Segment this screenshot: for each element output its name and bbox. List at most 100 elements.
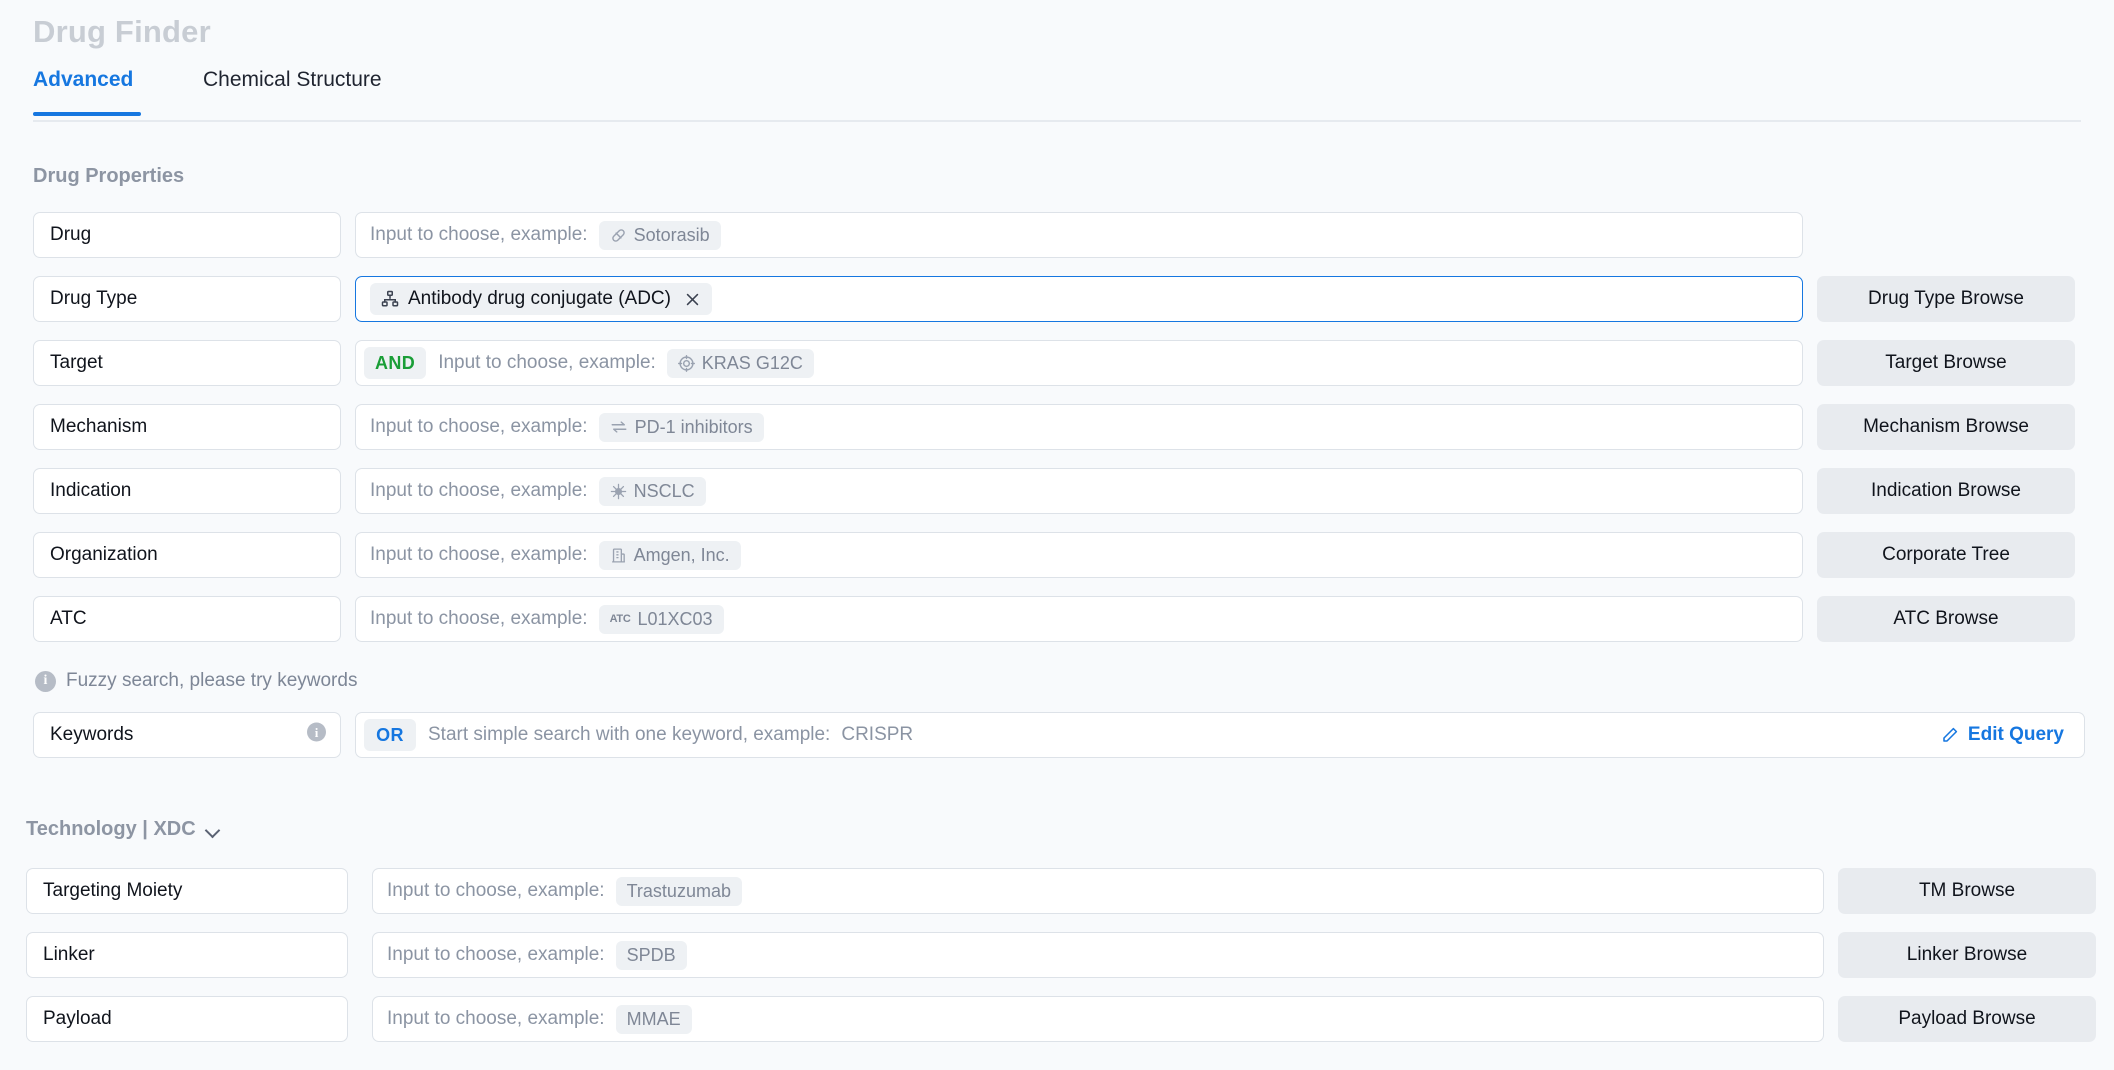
- capsule-icon: [610, 227, 627, 244]
- chevron-down-icon[interactable]: [205, 823, 221, 839]
- input-targeting-moiety[interactable]: Input to choose, example: Trastuzumab: [372, 868, 1824, 914]
- label-linker-text: Linker: [43, 944, 95, 965]
- button-linker-browse[interactable]: Linker Browse: [1838, 932, 2096, 978]
- label-indication-text: Indication: [50, 480, 132, 501]
- label-payload: Payload: [26, 996, 348, 1042]
- placeholder-atc: Input to choose, example:: [370, 608, 588, 629]
- example-chip-mechanism-label: PD-1 inhibitors: [634, 416, 753, 437]
- row-mechanism: Mechanism Input to choose, example: PD-1…: [33, 404, 2075, 450]
- example-chip-target[interactable]: KRAS G12C: [666, 348, 814, 378]
- operator-badge-keywords[interactable]: OR: [364, 719, 416, 751]
- input-atc[interactable]: Input to choose, example: ATC L01XC03: [355, 596, 1803, 642]
- button-target-browse[interactable]: Target Browse: [1817, 340, 2075, 386]
- info-icon: [35, 670, 56, 692]
- example-chip-organization-label: Amgen, Inc.: [633, 544, 730, 565]
- row-linker: Linker Input to choose, example: SPDB Li…: [26, 932, 2096, 978]
- input-drug[interactable]: Input to choose, example: Sotorasib: [355, 212, 1803, 258]
- label-targeting-moiety-text: Targeting Moiety: [43, 880, 183, 901]
- example-chip-target-label: KRAS G12C: [701, 352, 803, 373]
- button-mechanism-browse[interactable]: Mechanism Browse: [1817, 404, 2075, 450]
- fuzzy-search-hint: Fuzzy search, please try keywords: [35, 670, 357, 692]
- label-keywords-text: Keywords: [50, 724, 134, 745]
- fuzzy-search-hint-text: Fuzzy search, please try keywords: [66, 670, 358, 691]
- row-indication: Indication Input to choose, example: NSC…: [33, 468, 2075, 514]
- row-target: Target AND Input to choose, example: KRA…: [33, 340, 2075, 386]
- building-icon: [610, 547, 627, 564]
- label-organization: Organization: [33, 532, 341, 578]
- keywords-info-icon[interactable]: [307, 722, 326, 748]
- input-target[interactable]: AND Input to choose, example: KRAS G12C: [355, 340, 1803, 386]
- example-chip-indication-label: NSCLC: [633, 480, 695, 501]
- button-tm-browse[interactable]: TM Browse: [1838, 868, 2096, 914]
- tab-underline: [33, 120, 2081, 122]
- placeholder-organization: Input to choose, example:: [370, 544, 588, 565]
- example-chip-organization[interactable]: Amgen, Inc.: [598, 540, 741, 570]
- input-keywords[interactable]: OR Start simple search with one keyword,…: [355, 712, 2085, 758]
- selected-tag-drug-type[interactable]: Antibody drug conjugate (ADC): [370, 283, 712, 315]
- example-keywords: CRISPR: [841, 724, 914, 745]
- label-target: Target: [33, 340, 341, 386]
- target-icon: [677, 354, 695, 372]
- label-keywords: Keywords: [33, 712, 341, 758]
- label-atc-text: ATC: [50, 608, 87, 629]
- tab-advanced[interactable]: Advanced: [33, 68, 142, 116]
- hierarchy-icon: [381, 290, 399, 308]
- label-drug-type-text: Drug Type: [50, 288, 138, 309]
- placeholder-target: Input to choose, example:: [438, 352, 656, 373]
- input-organization[interactable]: Input to choose, example: Amgen, Inc.: [355, 532, 1803, 578]
- button-corporate-tree[interactable]: Corporate Tree: [1817, 532, 2075, 578]
- tab-chemical-structure[interactable]: Chemical Structure: [203, 68, 382, 108]
- row-atc: ATC Input to choose, example: ATC L01XC0…: [33, 596, 2075, 642]
- operator-badge-target[interactable]: AND: [364, 347, 427, 379]
- example-chip-drug[interactable]: Sotorasib: [598, 220, 721, 250]
- example-chip-payload-label: MMAE: [626, 1008, 681, 1029]
- row-drug-type: Drug Type Antibody drug conjugate (ADC): [33, 276, 2075, 322]
- label-atc: ATC: [33, 596, 341, 642]
- placeholder-payload: Input to choose, example:: [387, 1008, 605, 1029]
- example-chip-atc-label: L01XC03: [637, 608, 713, 629]
- placeholder-mechanism: Input to choose, example:: [370, 416, 588, 437]
- placeholder-drug: Input to choose, example:: [370, 224, 588, 245]
- placeholder-targeting-moiety: Input to choose, example:: [387, 880, 605, 901]
- placeholder-indication: Input to choose, example:: [370, 480, 588, 501]
- example-chip-mechanism[interactable]: PD-1 inhibitors: [598, 412, 764, 442]
- button-payload-browse[interactable]: Payload Browse: [1838, 996, 2096, 1042]
- example-chip-drug-label: Sotorasib: [633, 224, 710, 245]
- placeholder-keywords: Start simple search with one keyword, ex…: [428, 724, 831, 745]
- page-title: Drug Finder: [33, 14, 211, 49]
- row-targeting-moiety: Targeting Moiety Input to choose, exampl…: [26, 868, 2096, 914]
- example-chip-atc[interactable]: ATC L01XC03: [598, 604, 724, 634]
- close-icon[interactable]: [684, 291, 701, 308]
- button-drug-type-browse[interactable]: Drug Type Browse: [1817, 276, 2075, 322]
- input-drug-type[interactable]: Antibody drug conjugate (ADC): [355, 276, 1803, 322]
- example-chip-targeting-moiety[interactable]: Trastuzumab: [615, 876, 742, 906]
- input-linker[interactable]: Input to choose, example: SPDB: [372, 932, 1824, 978]
- example-chip-indication[interactable]: NSCLC: [598, 476, 706, 506]
- input-indication[interactable]: Input to choose, example: NSCLC: [355, 468, 1803, 514]
- label-linker: Linker: [26, 932, 348, 978]
- section-header-technology[interactable]: Technology | XDC: [26, 818, 221, 841]
- virus-icon: [610, 483, 627, 500]
- example-chip-payload[interactable]: MMAE: [615, 1004, 692, 1034]
- section-title-drug-properties: Drug Properties: [33, 165, 185, 187]
- button-indication-browse[interactable]: Indication Browse: [1817, 468, 2075, 514]
- input-payload[interactable]: Input to choose, example: MMAE: [372, 996, 1824, 1042]
- label-mechanism-text: Mechanism: [50, 416, 148, 437]
- button-edit-query-label: Edit Query: [1967, 724, 2064, 745]
- label-organization-text: Organization: [50, 544, 158, 565]
- input-mechanism[interactable]: Input to choose, example: PD-1 inhibitor…: [355, 404, 1803, 450]
- row-payload: Payload Input to choose, example: MMAE P…: [26, 996, 2096, 1042]
- selected-tag-drug-type-label: Antibody drug conjugate (ADC): [408, 288, 671, 309]
- label-drug-type: Drug Type: [33, 276, 341, 322]
- tab-bar: Advanced Chemical Structure: [0, 68, 2114, 123]
- pencil-icon: [1941, 726, 1959, 744]
- atc-icon: ATC: [609, 613, 631, 625]
- button-edit-query[interactable]: Edit Query: [1941, 724, 2064, 746]
- example-chip-linker-label: SPDB: [626, 944, 676, 965]
- label-drug-text: Drug: [50, 224, 92, 245]
- label-targeting-moiety: Targeting Moiety: [26, 868, 348, 914]
- row-organization: Organization Input to choose, example: A…: [33, 532, 2075, 578]
- row-keywords: Keywords OR Start simple search with one…: [33, 712, 2085, 758]
- button-atc-browse[interactable]: ATC Browse: [1817, 596, 2075, 642]
- example-chip-linker[interactable]: SPDB: [615, 940, 687, 970]
